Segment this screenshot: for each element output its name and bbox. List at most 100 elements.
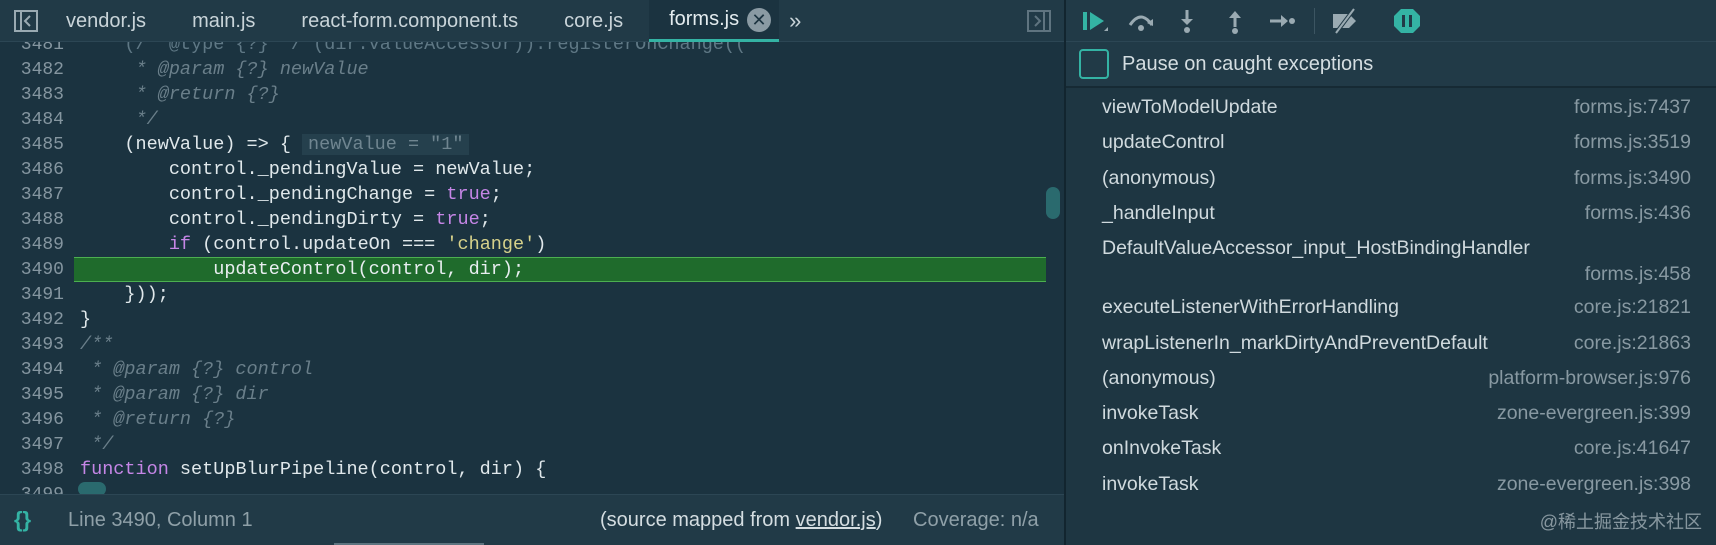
line-number[interactable]: 3491 bbox=[0, 283, 68, 308]
call-frame-name: DefaultValueAccessor_input_HostBindingHa… bbox=[1102, 237, 1530, 260]
inline-value-hint: newValue = "1" bbox=[302, 134, 470, 155]
tab-react-form-component-ts[interactable]: react-form.component.ts bbox=[281, 0, 544, 42]
line-number[interactable]: 3499 bbox=[0, 483, 68, 494]
code-line-paused[interactable]: 3490 updateControl(control, dir); bbox=[0, 257, 1050, 282]
line-number[interactable]: 3492 bbox=[0, 308, 68, 333]
line-number[interactable]: 3488 bbox=[0, 208, 68, 233]
code-line[interactable]: 3482 * @param {?} newValue bbox=[0, 57, 1050, 82]
line-number[interactable]: 3490 bbox=[0, 258, 68, 283]
code-line[interactable]: 3493 /** bbox=[0, 332, 1050, 357]
code-text: * @param {?} dir bbox=[80, 382, 269, 407]
call-frame-location[interactable]: zone-evergreen.js:398 bbox=[1497, 473, 1691, 496]
tab-label: react-form.component.ts bbox=[301, 9, 519, 32]
code-token: true bbox=[446, 184, 491, 205]
code-line[interactable]: 3492} bbox=[0, 307, 1050, 332]
code-line[interactable]: 3497 */ bbox=[0, 432, 1050, 457]
code-token: * @return {?} bbox=[80, 84, 280, 105]
code-line[interactable]: 3494 * @param {?} control bbox=[0, 357, 1050, 382]
more-tabs-icon[interactable]: » bbox=[779, 0, 811, 42]
source-prefix: (source mapped from bbox=[600, 509, 796, 531]
code-text: control._pendingValue = newValue; bbox=[80, 157, 535, 182]
pretty-print-icon[interactable]: {} bbox=[14, 507, 31, 533]
close-icon[interactable]: ✕ bbox=[747, 7, 772, 32]
scrollbar-thumb[interactable] bbox=[1046, 187, 1060, 219]
call-frame-location[interactable]: core.js:21863 bbox=[1574, 332, 1691, 355]
step-icon[interactable] bbox=[1266, 7, 1296, 35]
line-number[interactable]: 3483 bbox=[0, 83, 68, 108]
call-frame-location[interactable]: forms.js:458 bbox=[1585, 263, 1691, 286]
toggle-debugger-icon[interactable] bbox=[1026, 8, 1052, 34]
code-line[interactable]: 3486 control._pendingValue = newValue; bbox=[0, 157, 1050, 182]
line-number[interactable]: 3484 bbox=[0, 108, 68, 133]
toggle-navigator-icon[interactable] bbox=[13, 8, 39, 34]
line-number[interactable]: 3497 bbox=[0, 433, 68, 458]
call-frame-location[interactable]: core.js:41647 bbox=[1574, 437, 1691, 460]
code-token: * @param {?} newValue bbox=[80, 59, 369, 80]
code-line[interactable]: 3496 * @return {?} bbox=[0, 407, 1050, 432]
call-frame-location[interactable]: platform-browser.js:976 bbox=[1488, 367, 1691, 390]
line-number[interactable]: 3482 bbox=[0, 58, 68, 83]
code-line[interactable]: 3491 })); bbox=[0, 282, 1050, 307]
code-token: /** bbox=[80, 334, 114, 355]
code-line[interactable]: 3499 bbox=[0, 482, 1050, 494]
editor-tabs: vendor.js main.js react-form.component.t… bbox=[46, 0, 811, 42]
code-line[interactable]: 3495 * @param {?} dir bbox=[0, 382, 1050, 407]
code-token: * @param {?} dir bbox=[80, 384, 269, 405]
editor-tabbar: vendor.js main.js react-form.component.t… bbox=[0, 0, 1064, 42]
step-into-icon[interactable] bbox=[1172, 7, 1202, 35]
resume-icon[interactable] bbox=[1080, 7, 1110, 35]
line-number[interactable]: 3493 bbox=[0, 333, 68, 358]
tab-label: vendor.js bbox=[66, 9, 147, 32]
call-frame-location[interactable]: core.js:21821 bbox=[1574, 296, 1691, 319]
source-file-link[interactable]: vendor.js bbox=[796, 509, 876, 531]
deactivate-breakpoints-icon[interactable] bbox=[1330, 7, 1360, 35]
tab-core-js[interactable]: core.js bbox=[544, 0, 649, 42]
line-number[interactable]: 3496 bbox=[0, 408, 68, 433]
call-frame-location[interactable]: forms.js:3519 bbox=[1574, 131, 1691, 154]
code-line[interactable]: 3488 control._pendingDirty = true; bbox=[0, 207, 1050, 232]
line-number[interactable]: 3487 bbox=[0, 183, 68, 208]
code-text: */ bbox=[80, 432, 113, 457]
fold-marker[interactable] bbox=[78, 482, 106, 494]
code-token: */ bbox=[80, 109, 158, 130]
code-line[interactable]: 3481 (/* @type {?} */ (dir.valueAccessor… bbox=[0, 42, 1050, 57]
pause-on-exceptions-icon[interactable] bbox=[1392, 7, 1422, 35]
call-frame-name: (anonymous) bbox=[1102, 366, 1216, 389]
call-frame-location[interactable]: forms.js:436 bbox=[1585, 202, 1691, 225]
code-line[interactable]: 3485 (newValue) => { newValue = "1" bbox=[0, 132, 1050, 157]
call-frame-location[interactable]: zone-evergreen.js:399 bbox=[1497, 402, 1691, 425]
code-token: (newValue) => { bbox=[80, 134, 303, 155]
code-token: ; bbox=[479, 209, 491, 230]
code-editor[interactable]: 3481 (/* @type {?} */ (dir.valueAccessor… bbox=[0, 42, 1064, 494]
code-line[interactable]: 3484 */ bbox=[0, 107, 1050, 132]
tab-vendor-js[interactable]: vendor.js bbox=[46, 0, 172, 42]
tab-label: forms.js bbox=[669, 8, 740, 30]
code-text: control._pendingChange = true; bbox=[80, 182, 502, 207]
call-frame-name: executeListenerWithErrorHandling bbox=[1102, 296, 1399, 319]
code-token: } bbox=[80, 309, 92, 330]
line-number[interactable]: 3489 bbox=[0, 233, 68, 258]
code-line[interactable]: 3483 * @return {?} bbox=[0, 82, 1050, 107]
call-frame-location[interactable]: forms.js:7437 bbox=[1574, 96, 1691, 119]
code-text: function setUpBlurPipeline(control, dir)… bbox=[80, 457, 546, 482]
line-number[interactable]: 3486 bbox=[0, 158, 68, 183]
line-number[interactable]: 3485 bbox=[0, 133, 68, 158]
code-line[interactable]: 3498 function setUpBlurPipeline(control, … bbox=[0, 457, 1050, 482]
code-line[interactable]: 3489 if (control.updateOn === 'change') bbox=[0, 232, 1050, 257]
call-frame-location[interactable]: forms.js:3490 bbox=[1574, 167, 1691, 190]
line-number[interactable]: 3494 bbox=[0, 358, 68, 383]
line-number[interactable]: 3495 bbox=[0, 383, 68, 408]
code-text: })); bbox=[80, 282, 169, 307]
pause-on-caught-checkbox[interactable] bbox=[1079, 49, 1109, 79]
tab-forms-js[interactable]: forms.js ✕ bbox=[649, 0, 780, 42]
code-token: })); bbox=[80, 284, 169, 305]
tab-main-js[interactable]: main.js bbox=[172, 0, 281, 42]
call-frame-name: viewToModelUpdate bbox=[1102, 96, 1278, 118]
code-token: ) bbox=[535, 234, 547, 255]
line-number[interactable]: 3498 bbox=[0, 458, 68, 483]
step-out-icon[interactable] bbox=[1220, 7, 1250, 35]
code-line[interactable]: 3487 control._pendingChange = true; bbox=[0, 182, 1050, 207]
line-number[interactable]: 3481 bbox=[0, 42, 68, 58]
call-frame-name: onInvokeTask bbox=[1102, 437, 1222, 460]
step-over-icon[interactable] bbox=[1126, 7, 1156, 35]
